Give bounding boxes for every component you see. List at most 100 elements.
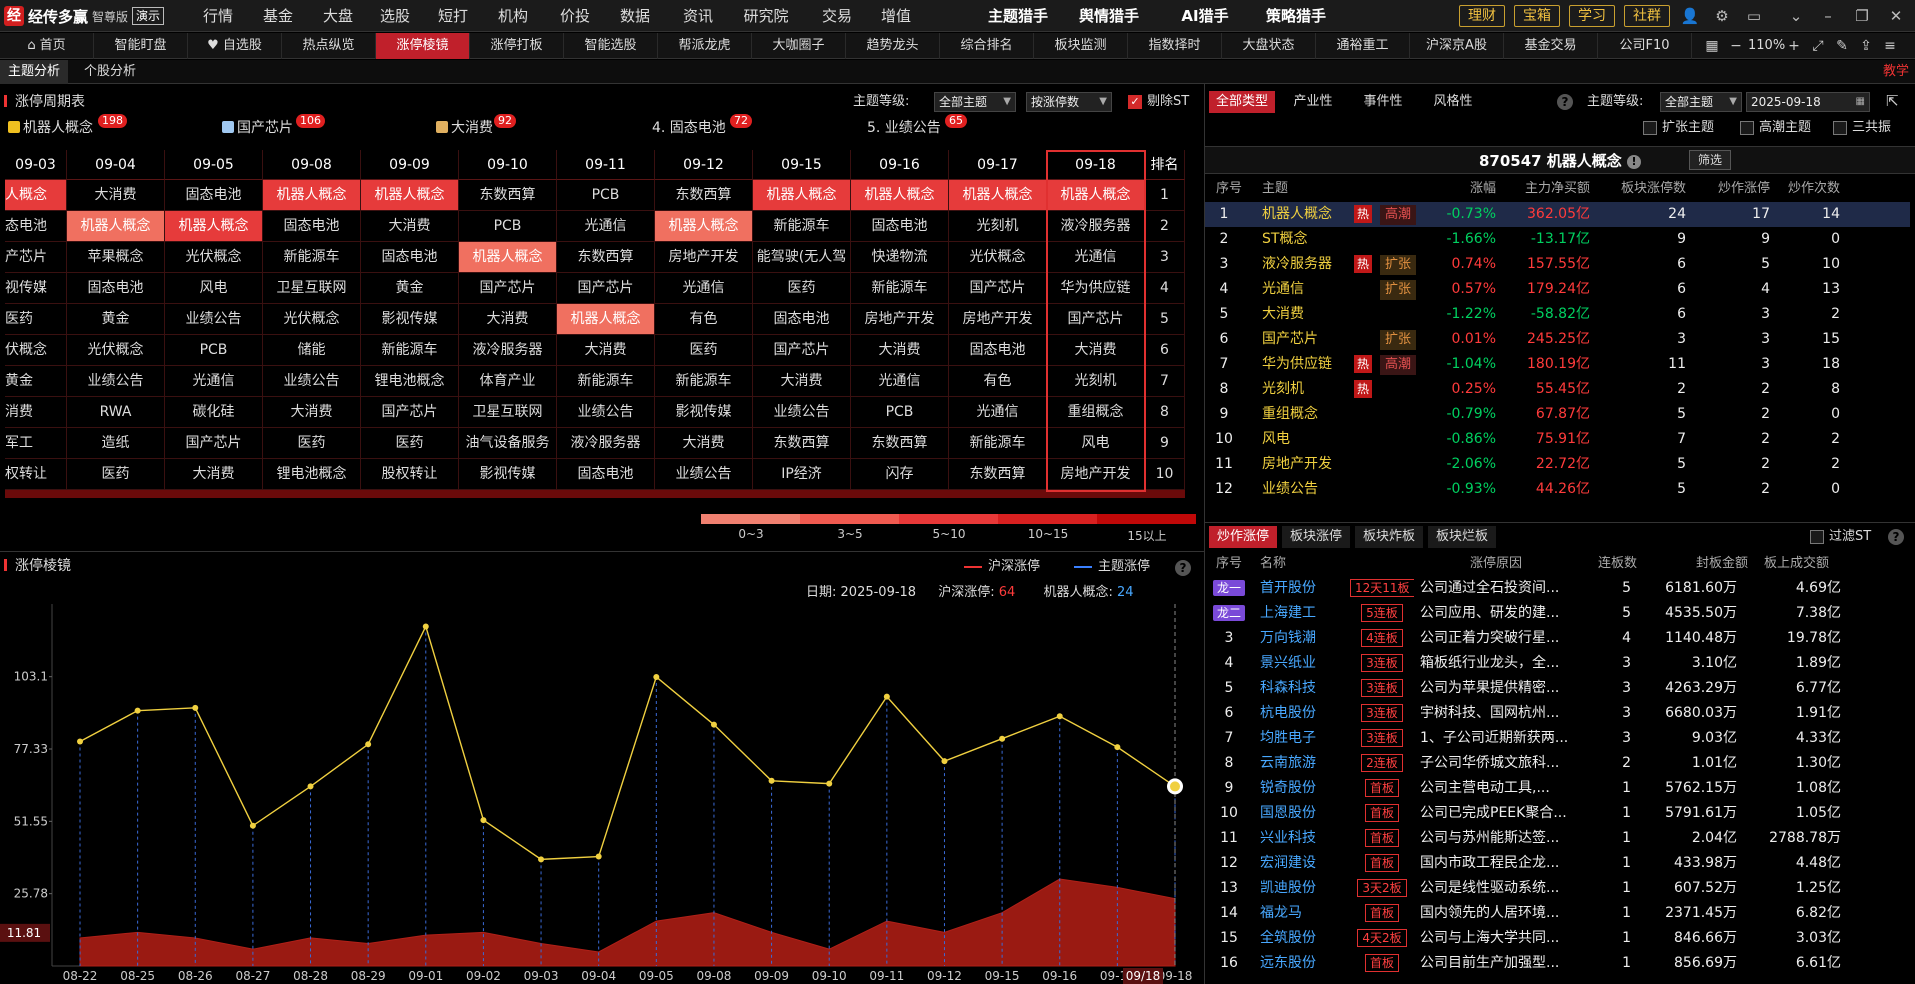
triple-resonance-checkbox[interactable]: [1833, 121, 1847, 135]
theme-table-row[interactable]: 6 国产芯片 扩张 0.01% 245.25亿 3 3 15: [1205, 327, 1910, 352]
market-limit-point[interactable]: [307, 783, 314, 790]
tab-item[interactable]: 智能盯盘: [94, 33, 188, 59]
popout-icon[interactable]: ⇱: [1886, 92, 1899, 110]
peak-theme-checkbox[interactable]: [1740, 121, 1754, 135]
grid-theme-cell[interactable]: 大消费: [67, 180, 165, 211]
stock-name[interactable]: 景兴纸业: [1260, 651, 1334, 676]
grid-theme-cell[interactable]: 东数西算: [655, 180, 753, 211]
top-theme-item[interactable]: 5. 业绩公告 65: [867, 114, 967, 139]
topnav-hunter-item[interactable]: AI猎手: [1162, 0, 1248, 32]
app-logo[interactable]: 经 经传多赢 智尊版 演示: [4, 5, 165, 27]
grid-theme-cell[interactable]: 人概念: [5, 180, 67, 211]
grid-theme-cell[interactable]: 碳化硅: [165, 397, 263, 428]
theme-table-row[interactable]: 10 风电 -0.86% 75.91亿 7 2 2: [1205, 427, 1910, 452]
topnav-item[interactable]: 数据: [607, 0, 663, 32]
grid-theme-cell[interactable]: 有色: [655, 304, 753, 335]
grid-theme-cell[interactable]: 态电池: [5, 211, 67, 242]
grid-theme-cell[interactable]: 光伏概念: [67, 335, 165, 366]
grid-theme-cell[interactable]: 视传媒: [5, 273, 67, 304]
tab-item[interactable]: 板块监测: [1034, 33, 1128, 59]
grid-theme-cell[interactable]: 大消费: [655, 428, 753, 459]
tab-item[interactable]: 大咖圈子: [752, 33, 846, 59]
grid-theme-cell[interactable]: IP经济: [753, 459, 851, 490]
grid-theme-cell[interactable]: 光通信: [851, 366, 949, 397]
tab-item[interactable]: ⌂ 首页: [0, 33, 94, 59]
stock-name[interactable]: 兴业科技: [1260, 826, 1334, 851]
grid-date-header[interactable]: 09-10: [459, 150, 557, 180]
grid-theme-cell[interactable]: 储能: [263, 335, 361, 366]
grid-date-header[interactable]: 09-16: [851, 150, 949, 180]
grid-theme-cell[interactable]: 风电: [165, 273, 263, 304]
tab-item[interactable]: 综合排名: [940, 33, 1034, 59]
grid-theme-cell[interactable]: 房地产开发: [949, 304, 1047, 335]
stock-name[interactable]: 科森科技: [1260, 676, 1334, 701]
window-layout-icon[interactable]: ▭: [1744, 6, 1764, 26]
grid-theme-cell[interactable]: 影视传媒: [361, 304, 459, 335]
grid-theme-cell[interactable]: PCB: [851, 397, 949, 428]
tab-item[interactable]: 热点纵览: [282, 33, 376, 59]
grid-theme-cell[interactable]: 苹果概念: [67, 242, 165, 273]
stock-tab[interactable]: 板块炸板: [1355, 526, 1423, 548]
grid-theme-cell[interactable]: 固态电池: [753, 304, 851, 335]
close-icon[interactable]: ✕: [1886, 6, 1906, 26]
grid-theme-cell[interactable]: 黄金: [5, 366, 67, 397]
stock-name[interactable]: 杭电股份: [1260, 701, 1334, 726]
grid-theme-cell[interactable]: 闪存: [851, 459, 949, 490]
grid-theme-cell[interactable]: 光刻机: [949, 211, 1047, 242]
tab-item[interactable]: 指数择时: [1128, 33, 1222, 59]
stock-tab[interactable]: 板块涨停: [1282, 526, 1350, 548]
stock-table-row[interactable]: 3 万向钱潮 4连板 公司正着力突破行星... 4 1140.48万 19.78亿: [1205, 626, 1910, 651]
grid-theme-cell[interactable]: 权转让: [5, 459, 67, 490]
grid-theme-cell[interactable]: 国产芯片: [165, 428, 263, 459]
topnav-item[interactable]: 增值: [868, 0, 924, 32]
grid-theme-cell[interactable]: 影视传媒: [655, 397, 753, 428]
grid-theme-cell[interactable]: 股权转让: [361, 459, 459, 490]
stock-name[interactable]: 锐奇股份: [1260, 776, 1334, 801]
grid-theme-cell[interactable]: 油气设备服务: [459, 428, 557, 459]
grid-theme-cell[interactable]: 东数西算: [557, 242, 655, 273]
subtab-stock-analysis[interactable]: 个股分析: [72, 60, 148, 84]
grid-theme-cell[interactable]: 业绩公告: [655, 459, 753, 490]
grid-theme-cell[interactable]: 大消费: [165, 459, 263, 490]
grid-theme-cell[interactable]: 新能源车: [655, 366, 753, 397]
grid-theme-cell[interactable]: 新能源车: [263, 242, 361, 273]
grid-theme-cell[interactable]: 快递物流: [851, 242, 949, 273]
type-tab[interactable]: 风格性: [1420, 91, 1486, 113]
theme-table-row[interactable]: 9 重组概念 -0.79% 67.87亿 5 2 0: [1205, 402, 1910, 427]
rp-theme-level-select[interactable]: 全部主题 ▼: [1660, 92, 1742, 112]
grid-theme-cell[interactable]: 液冷服务器: [557, 428, 655, 459]
grid-date-header[interactable]: 09-08: [263, 150, 361, 180]
grid-theme-cell[interactable]: 业绩公告: [67, 366, 165, 397]
grid-theme-cell[interactable]: 机器人概念: [263, 180, 361, 211]
filter-button[interactable]: 筛选: [1689, 150, 1732, 170]
grid-theme-cell[interactable]: 光通信: [165, 366, 263, 397]
grid-theme-cell[interactable]: 东数西算: [753, 428, 851, 459]
date-picker[interactable]: 2025-09-18 ▦: [1746, 92, 1870, 112]
grid-theme-cell[interactable]: 机器人概念: [361, 180, 459, 211]
filter-st-checkbox[interactable]: [1810, 530, 1824, 544]
tab-item[interactable]: 智能选股: [564, 33, 658, 59]
market-limit-point[interactable]: [826, 780, 833, 787]
grid-date-header[interactable]: 09-09: [361, 150, 459, 180]
theme-table-header[interactable]: 板块涨停数: [1606, 178, 1686, 200]
exclude-st-checkbox[interactable]: ✓: [1128, 95, 1142, 109]
topnav-item[interactable]: 短打: [425, 0, 481, 32]
stock-table-row[interactable]: 12 宏润建设 首板 国内市政工程民企龙... 1 433.98万 4.48亿: [1205, 851, 1910, 876]
grid-theme-cell[interactable]: 机器人概念: [753, 180, 851, 211]
market-limit-point[interactable]: [1056, 713, 1063, 720]
grid-theme-cell[interactable]: 机器人概念: [949, 180, 1047, 211]
chevron-down-icon[interactable]: ⌄: [1786, 6, 1806, 26]
restore-icon[interactable]: ❐: [1852, 6, 1872, 26]
stock-table-row[interactable]: 15 全筑股份 4天2板 公司与上海大学共同... 1 846.66万 3.03亿: [1205, 926, 1910, 951]
grid-theme-cell[interactable]: 影视传媒: [459, 459, 557, 490]
grid-icon[interactable]: ▦: [1702, 36, 1722, 56]
grid-theme-cell[interactable]: 光伏概念: [165, 242, 263, 273]
theme-table-header[interactable]: 序号: [1216, 178, 1242, 200]
theme-table-row[interactable]: 7 华为供应链 热高潮 -1.04% 180.19亿 11 3 18: [1205, 352, 1910, 377]
topnav-item[interactable]: 交易: [809, 0, 865, 32]
grid-theme-cell[interactable]: PCB: [557, 180, 655, 211]
stock-name[interactable]: 上海建工: [1260, 601, 1334, 626]
grid-theme-cell[interactable]: 大消费: [459, 304, 557, 335]
grid-theme-cell[interactable]: 固态电池: [263, 211, 361, 242]
grid-date-header[interactable]: 09-03: [5, 150, 67, 180]
